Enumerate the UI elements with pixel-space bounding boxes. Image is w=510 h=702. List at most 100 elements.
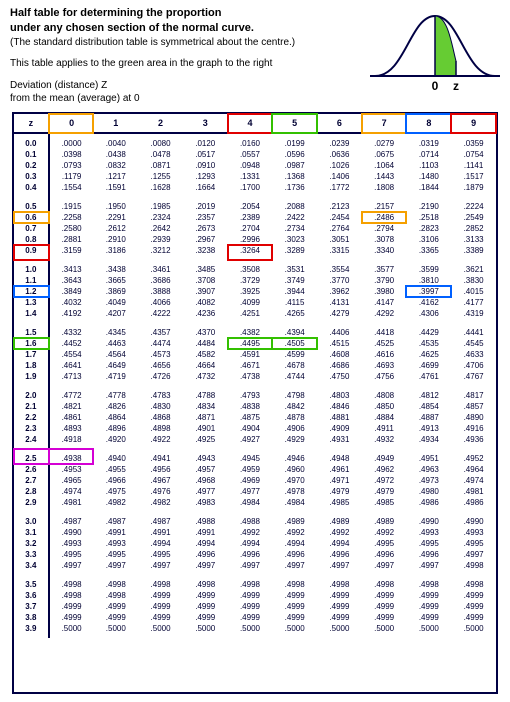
cell: .4999 — [272, 601, 317, 612]
cell: .4995 — [362, 538, 407, 549]
cell: .2823 — [406, 223, 451, 234]
cell: .2258 — [49, 212, 94, 223]
cell: .3643 — [49, 275, 94, 286]
cell: .4974 — [49, 486, 94, 497]
cell: .0000 — [49, 133, 94, 149]
cell: .4984 — [272, 497, 317, 512]
cell: .0199 — [272, 133, 317, 149]
cell: .4573 — [138, 349, 183, 360]
cell: .3264 — [228, 245, 273, 260]
cell: .4812 — [406, 386, 451, 401]
cell: .1808 — [362, 182, 407, 197]
cell: .4998 — [406, 575, 451, 590]
cell: .4625 — [406, 349, 451, 360]
cell: .4066 — [138, 297, 183, 308]
axis-z-label: z — [453, 79, 459, 93]
cell: .3790 — [362, 275, 407, 286]
cell: .2996 — [228, 234, 273, 245]
cell: .4998 — [451, 575, 496, 590]
cell: .4429 — [406, 323, 451, 338]
cell: .4970 — [272, 475, 317, 486]
cell: .4821 — [49, 401, 94, 412]
cell: .4941 — [138, 449, 183, 464]
cell: .4989 — [317, 512, 362, 527]
cell: .4993 — [93, 538, 138, 549]
cell: .4999 — [317, 601, 362, 612]
cell: .3365 — [406, 245, 451, 260]
cell: .4032 — [49, 297, 94, 308]
row-header: 3.8 — [14, 612, 49, 623]
cell: .4881 — [317, 412, 362, 423]
row-header: 1.4 — [14, 308, 49, 323]
cell: .3340 — [362, 245, 407, 260]
cell: .4920 — [93, 434, 138, 449]
cell: .2190 — [406, 197, 451, 212]
cell: .4956 — [138, 464, 183, 475]
cell: .2549 — [451, 212, 496, 223]
cell: .1844 — [406, 182, 451, 197]
cell: .4726 — [138, 371, 183, 386]
cell: .0910 — [183, 160, 228, 171]
cell: .4864 — [93, 412, 138, 423]
col-header-8: 8 — [406, 114, 451, 133]
cell: .4826 — [93, 401, 138, 412]
cell: .4969 — [228, 475, 273, 486]
cell: .4995 — [406, 538, 451, 549]
cell: .1879 — [451, 182, 496, 197]
cell: .4968 — [183, 475, 228, 486]
cell: .4099 — [228, 297, 273, 308]
cell: .4992 — [362, 527, 407, 538]
cell: .1950 — [93, 197, 138, 212]
cell: .4884 — [362, 412, 407, 423]
cell: .4961 — [317, 464, 362, 475]
row-header: 3.4 — [14, 560, 49, 575]
cell: .4441 — [451, 323, 496, 338]
row-header: 3.3 — [14, 549, 49, 560]
cell: .3708 — [183, 275, 228, 286]
cell: .4868 — [138, 412, 183, 423]
cell: .4890 — [451, 412, 496, 423]
cell: .4817 — [451, 386, 496, 401]
cell: .4236 — [183, 308, 228, 323]
cell: .3238 — [183, 245, 228, 260]
cell: .4948 — [317, 449, 362, 464]
cell: .4854 — [406, 401, 451, 412]
cell: .4767 — [451, 371, 496, 386]
cell: .4713 — [49, 371, 94, 386]
cell: .4965 — [49, 475, 94, 486]
cell: .1517 — [451, 171, 496, 182]
cell: .4999 — [362, 612, 407, 623]
cell: .4909 — [317, 423, 362, 434]
cell: .4931 — [317, 434, 362, 449]
row-header: 2.1 — [14, 401, 49, 412]
row-header: 1.9 — [14, 371, 49, 386]
normal-curve-graphic: 0 z — [370, 6, 500, 96]
cell: .4995 — [138, 549, 183, 560]
cell: .0714 — [406, 149, 451, 160]
col-header-1: 1 — [93, 114, 138, 133]
row-header: 2.2 — [14, 412, 49, 423]
cell: .4793 — [228, 386, 273, 401]
cell: .0596 — [272, 149, 317, 160]
cell: .4989 — [272, 512, 317, 527]
cell: .4999 — [138, 612, 183, 623]
row-header: 2.8 — [14, 486, 49, 497]
cell: .4999 — [317, 590, 362, 601]
cell: .4896 — [93, 423, 138, 434]
cell: .0160 — [228, 133, 273, 149]
row-header: 3.0 — [14, 512, 49, 527]
cell: .4996 — [362, 549, 407, 560]
row-header: 2.7 — [14, 475, 49, 486]
row-header: 2.0 — [14, 386, 49, 401]
axis-zero-label: 0 — [432, 79, 439, 93]
col-header-2: 2 — [138, 114, 183, 133]
cell: .4906 — [272, 423, 317, 434]
cell: .2157 — [362, 197, 407, 212]
cell: .4750 — [317, 371, 362, 386]
cell: .2673 — [183, 223, 228, 234]
cell: .4990 — [406, 512, 451, 527]
row-header: 3.5 — [14, 575, 49, 590]
cell: .4911 — [362, 423, 407, 434]
cell: .4959 — [228, 464, 273, 475]
row-header: 0.8 — [14, 234, 49, 245]
